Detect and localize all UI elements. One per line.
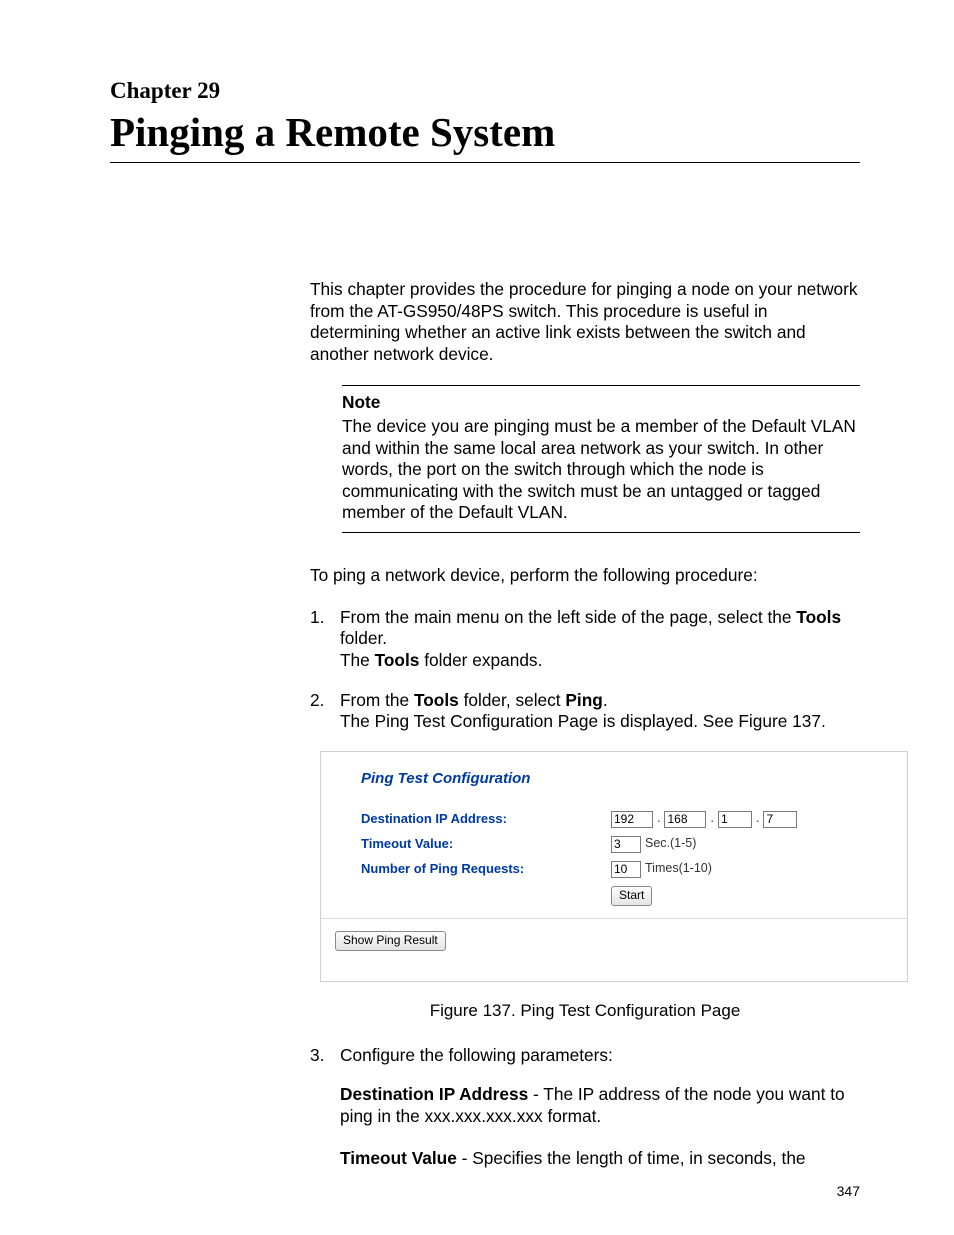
step-text: Configure the following parameters: xyxy=(340,1045,613,1065)
ip-octet-1[interactable] xyxy=(611,811,653,828)
tools-keyword: Tools xyxy=(414,690,459,710)
step-text: folder. xyxy=(340,628,387,648)
ip-octet-2[interactable] xyxy=(664,811,706,828)
show-result-button[interactable]: Show Ping Result xyxy=(335,931,446,951)
count-unit: Times(1-10) xyxy=(645,861,712,877)
step-text: The xyxy=(340,650,375,670)
step-text: folder expands. xyxy=(419,650,542,670)
step-text: . xyxy=(603,690,608,710)
timeout-label: Timeout Value: xyxy=(361,836,611,852)
note-heading: Note xyxy=(342,392,860,414)
tools-keyword: Tools xyxy=(796,607,841,627)
dot-separator: . xyxy=(657,811,660,827)
count-input[interactable] xyxy=(611,861,641,878)
ip-octet-4[interactable] xyxy=(763,811,797,828)
title-rule xyxy=(110,162,860,163)
screenshot-title: Ping Test Configuration xyxy=(361,770,883,789)
timeout-input[interactable] xyxy=(611,836,641,853)
param-destination-ip: Destination IP Address - The IP address … xyxy=(340,1084,860,1127)
ip-octet-3[interactable] xyxy=(718,811,752,828)
note-body: The device you are pinging must be a mem… xyxy=(342,416,860,524)
step-number: 3. xyxy=(310,1045,340,1067)
param-timeout: Timeout Value - Specifies the length of … xyxy=(340,1148,860,1170)
procedure-lead: To ping a network device, perform the fo… xyxy=(310,565,860,587)
note-box: Note The device you are pinging must be … xyxy=(342,385,860,533)
tools-keyword: Tools xyxy=(375,650,420,670)
step-1: 1. From the main menu on the left side o… xyxy=(310,607,860,672)
chapter-title: Pinging a Remote System xyxy=(110,108,860,156)
dot-separator: . xyxy=(710,811,713,827)
step-text: From the xyxy=(340,690,414,710)
ping-keyword: Ping xyxy=(565,690,602,710)
dot-separator: . xyxy=(756,811,759,827)
param-name: Timeout Value xyxy=(340,1148,457,1168)
step-number: 2. xyxy=(310,690,340,733)
figure-caption: Figure 137. Ping Test Configuration Page xyxy=(310,1000,860,1021)
step-number: 1. xyxy=(310,607,340,672)
step-3: 3. Configure the following parameters: xyxy=(310,1045,860,1067)
step-text: From the main menu on the left side of t… xyxy=(340,607,796,627)
param-name: Destination IP Address xyxy=(340,1084,528,1104)
chapter-label: Chapter 29 xyxy=(110,78,860,104)
count-label: Number of Ping Requests: xyxy=(361,861,611,877)
param-desc: - Specifies the length of time, in secon… xyxy=(457,1148,806,1168)
intro-paragraph: This chapter provides the procedure for … xyxy=(310,279,860,365)
start-button[interactable]: Start xyxy=(611,886,652,906)
ping-config-screenshot: Ping Test Configuration Destination IP A… xyxy=(320,751,908,982)
page-number: 347 xyxy=(837,1183,860,1199)
ip-label: Destination IP Address: xyxy=(361,811,611,827)
step-text: The Ping Test Configuration Page is disp… xyxy=(340,711,826,731)
timeout-unit: Sec.(1-5) xyxy=(645,836,696,852)
step-text: folder, select xyxy=(459,690,566,710)
step-2: 2. From the Tools folder, select Ping. T… xyxy=(310,690,860,733)
